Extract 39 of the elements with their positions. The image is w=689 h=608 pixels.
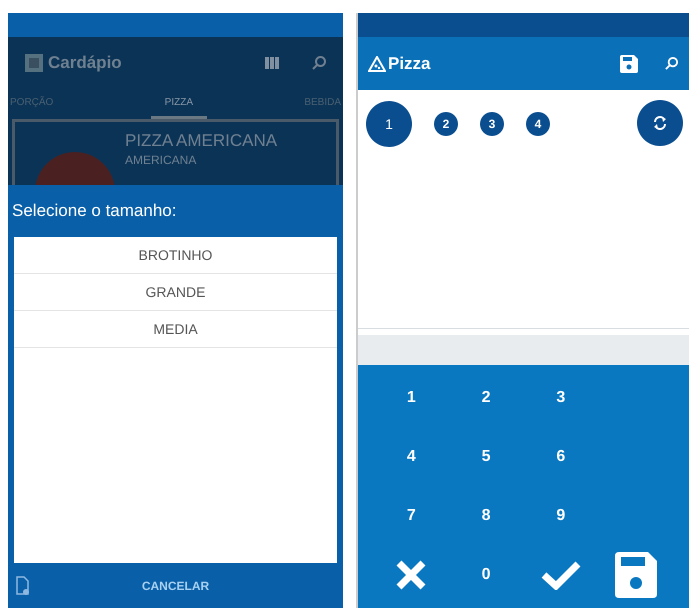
save-button[interactable] [614,552,657,598]
option-item[interactable]: BROTINHO [14,237,337,274]
close-icon [395,558,428,591]
step-button[interactable]: 1 [366,101,412,147]
refresh-button[interactable] [637,100,683,146]
document-icon[interactable] [16,576,30,596]
toolbar-title: Pizza [388,52,431,75]
keypad-key[interactable]: 4 [398,439,424,476]
columns-icon[interactable] [265,56,279,68]
step-button[interactable]: 3 [480,112,504,136]
step-button[interactable]: 4 [526,112,550,136]
tab[interactable]: PIZZA [150,88,207,119]
save-icon [614,552,657,598]
product-subtitle: AMERICANA [125,152,198,170]
keypad-key[interactable]: 2 [474,380,499,416]
keypad-key[interactable]: 1 [398,380,424,416]
step-button[interactable]: 2 [434,112,458,136]
keypad-key[interactable]: 7 [398,498,424,534]
refresh-icon [652,115,668,131]
dialog-title: Selecione o tamanho: [12,200,176,222]
search-icon[interactable] [664,56,679,71]
pizza-slice-icon [368,56,386,72]
cancel-button[interactable]: CANCELAR [138,572,214,598]
product-name: PIZZA AMERICANA [125,130,278,152]
option-item[interactable]: MEDIA [14,311,337,348]
option-item[interactable]: GRANDE [14,274,337,311]
keypad-key[interactable]: 6 [548,439,574,476]
toolbar-title: Cardápio [48,52,122,74]
keypad-key[interactable]: 9 [548,498,574,534]
save-icon[interactable] [620,54,638,72]
clear-button[interactable] [395,558,428,591]
check-icon [540,560,581,590]
confirm-button[interactable] [540,560,581,590]
search-icon[interactable] [311,54,327,70]
keypad-key[interactable]: 0 [474,556,499,593]
keypad-key[interactable]: 5 [474,439,499,476]
keypad-key[interactable]: 3 [548,380,574,416]
menu-book-icon [24,52,44,72]
keypad-key[interactable]: 8 [474,498,499,534]
